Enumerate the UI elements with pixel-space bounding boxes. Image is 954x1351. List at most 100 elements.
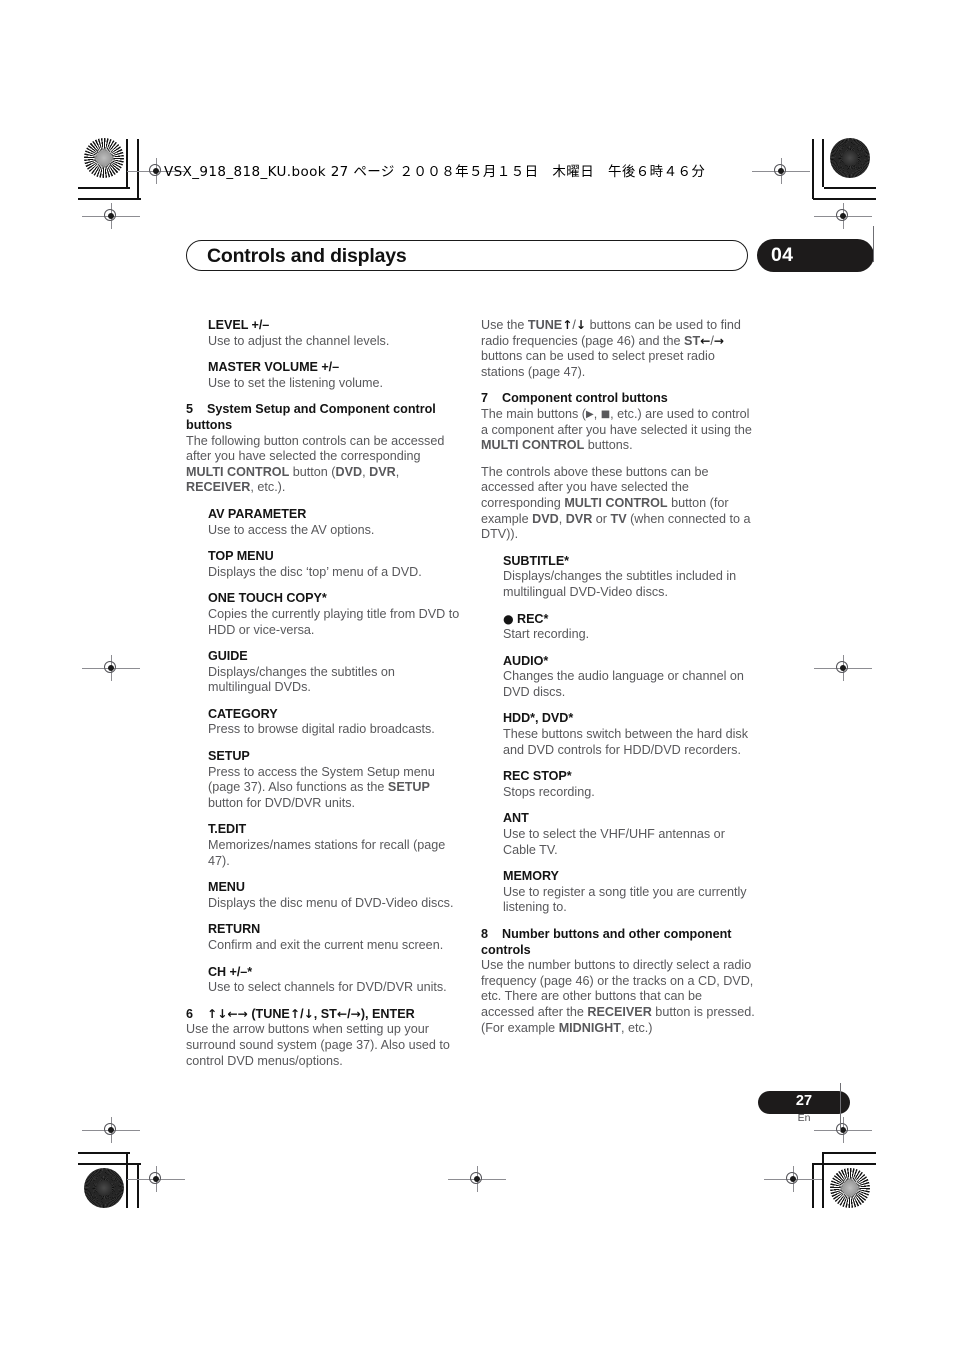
control-description: Displays the disc ‘top’ menu of a DVD.	[208, 564, 422, 579]
term-block: AUDIO* Changes the audio language or chan…	[481, 654, 755, 701]
page-title: Controls and displays	[207, 245, 407, 267]
section-block: 6 ↑↓←→ (TUNE↑/↓, ST←/→), ENTER Use the arr…	[186, 1007, 460, 1069]
control-name: ONE TOUCH COPY*	[208, 591, 327, 606]
control-description: Use to set the listening volume.	[208, 375, 384, 390]
page-badge-tick	[840, 1083, 842, 1131]
control-name: AUDIO*	[503, 653, 549, 668]
control-description: Use the arrow buttons when setting up yo…	[186, 1022, 450, 1068]
control-name: CATEGORY	[208, 706, 278, 721]
section-heading: 5 System Setup and Component control butt…	[186, 402, 460, 433]
control-description: The main buttons (▶, ■, etc.) are used t…	[481, 406, 752, 453]
control-name: MENU	[208, 880, 245, 895]
control-name: TOP MENU	[208, 549, 274, 564]
control-description: Use the number buttons to directly selec…	[481, 958, 755, 1035]
term-block: T.EDIT Memorizes/names stations for recal…	[186, 822, 460, 869]
section-block: 8 Number buttons and other component cont…	[481, 927, 755, 1036]
control-description: Copies the currently playing title from …	[208, 606, 460, 637]
crop-mark-br-v	[822, 1152, 824, 1208]
term-block: LEVEL +/– Use to adjust the channel level…	[186, 318, 460, 349]
section-heading: 7 Component control buttons	[481, 391, 755, 407]
section-number: 8	[481, 927, 489, 941]
control-name: HDD*, DVD*	[503, 711, 574, 726]
section-number: 6	[186, 1006, 194, 1021]
page-number-badge: 27	[758, 1091, 850, 1114]
crop-mark-tr-h	[824, 187, 876, 189]
control-name: ● REC*	[503, 611, 549, 626]
control-description: Displays/changes the subtitles included …	[503, 569, 737, 599]
term-block: MEMORY Use to register a song title you a…	[481, 869, 755, 916]
control-description: These buttons switch between the hard di…	[503, 727, 749, 757]
term-block: AV PARAMETER Use to access the AV options…	[186, 507, 460, 538]
control-description: Use to adjust the channel levels.	[208, 333, 390, 348]
right-text-column: Use the TUNE↑/↓ buttons can be used to f…	[481, 318, 755, 1047]
control-description: Use to register a song title you are cur…	[503, 884, 747, 915]
section-title: System Setup and Component control butto…	[186, 402, 436, 432]
crop-mark-bl-h	[78, 1152, 130, 1154]
term-block: TOP MENU Displays the disc ‘top’ menu of …	[186, 549, 460, 580]
crop-mark-bl-v2	[137, 1163, 139, 1208]
term-block: MENU Displays the disc menu of DVD-Video …	[186, 880, 460, 911]
term-block: REC STOP* Stops recording.	[481, 769, 755, 800]
term-block: SETUP Press to access the System Setup me…	[186, 749, 460, 811]
term-block: ONE TOUCH COPY* Copies the currently play…	[186, 591, 460, 638]
crop-mark-tr-v	[822, 139, 824, 187]
registration-mark-left-lower	[82, 1117, 140, 1143]
chapter-number-label: 04	[771, 244, 794, 266]
control-name: LEVEL +/–	[208, 318, 270, 332]
control-name: MASTER VOLUME +/–	[208, 360, 340, 375]
section-title: Component control buttons	[502, 391, 668, 406]
registration-mark-right-middle	[814, 655, 872, 681]
registration-mark-left-upper	[82, 203, 140, 229]
control-name: RETURN	[208, 922, 261, 937]
section-block: 7 Component control buttons The main butto…	[481, 391, 755, 453]
control-name: ANT	[503, 811, 529, 826]
term-block: The controls above these buttons can be …	[481, 465, 755, 543]
control-description: Stops recording.	[503, 784, 595, 799]
control-description: Start recording.	[503, 627, 590, 642]
term-block: Use the TUNE↑/↓ buttons can be used to f…	[481, 318, 755, 380]
control-description: Use to select the VHF/UHF antennas or Ca…	[503, 827, 725, 857]
crop-mark-tl-v	[126, 139, 128, 187]
page-language-label: En	[797, 1112, 811, 1124]
term-block: GUIDE Displays/changes the subtitles on m…	[186, 649, 460, 696]
chapter-number-badge: 04	[757, 239, 874, 272]
book-file-header: VSX_918_818_KU.book 27 ページ ２００８年５月１５日 木曜…	[164, 164, 706, 180]
crop-mark-bl-h2	[78, 1163, 141, 1165]
crop-mark-tl-h2	[78, 198, 141, 200]
term-block: ● REC* Start recording.	[481, 612, 755, 643]
document-page: VSX_918_818_KU.book 27 ページ ２００８年５月１５日 木曜…	[0, 0, 954, 1351]
control-description: Confirm and exit the current menu screen…	[208, 938, 444, 952]
section-heading: 8 Number buttons and other component cont…	[481, 927, 755, 958]
control-description: Displays/changes the subtitles on multil…	[208, 664, 395, 695]
section-block: 5 System Setup and Component control butt…	[186, 402, 460, 496]
print-target-bottom-left	[84, 1168, 124, 1208]
control-name: GUIDE	[208, 649, 248, 664]
crop-mark-tl-h	[78, 187, 130, 189]
crop-mark-br-h2	[813, 1163, 876, 1165]
crop-mark-br-h	[824, 1152, 876, 1154]
section-number: 5	[186, 402, 194, 417]
chapter-badge-tick	[873, 226, 875, 262]
left-text-column: LEVEL +/– Use to adjust the channel level…	[186, 318, 460, 1080]
print-target-top-right	[830, 138, 870, 178]
print-target-top-left	[84, 138, 124, 178]
registration-mark-top-right	[752, 158, 810, 184]
control-description: Use to access the AV options.	[208, 522, 375, 537]
section-title: ↑↓←→ (TUNE↑/↓, ST←/→), ENTER	[207, 1006, 415, 1021]
registration-mark-right-upper	[814, 203, 872, 229]
page-number-label: 27	[795, 1093, 813, 1109]
control-description: Press to access the System Setup menu (p…	[208, 764, 435, 810]
section-title: Number buttons and other component contr…	[481, 927, 732, 957]
control-name: T.EDIT	[208, 822, 247, 837]
control-name: CH +/–*	[208, 964, 253, 979]
control-description: Press to browse digital radio broadcasts…	[208, 722, 435, 737]
term-block: CATEGORY Press to browse digital radio br…	[186, 707, 460, 738]
registration-mark-bottom-right	[764, 1166, 822, 1192]
term-block: HDD*, DVD* These buttons switch between t…	[481, 711, 755, 758]
section-number: 7	[481, 391, 489, 406]
print-target-bottom-right	[830, 1168, 870, 1208]
crop-mark-tl-v2	[137, 139, 139, 199]
control-name: AV PARAMETER	[208, 506, 307, 521]
control-description: Memorizes/names stations for recall (pag…	[208, 838, 446, 868]
registration-mark-bottom-center	[448, 1166, 506, 1192]
